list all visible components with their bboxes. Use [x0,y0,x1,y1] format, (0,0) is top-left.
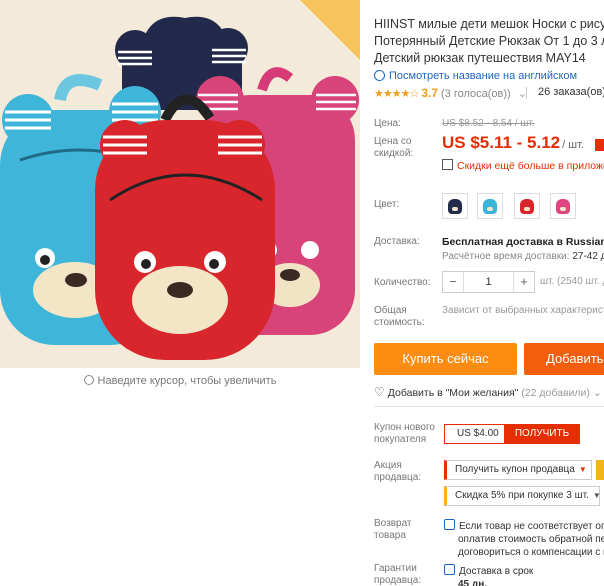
rating-score: 3.7 [421,86,438,100]
app-discount-text: Скидки ещё больше в приложении [457,160,604,172]
product-info: HIINST милые дети мешок Носки с рисунк П… [374,0,604,586]
stock-available: шт. (2540 шт. досту [540,276,604,287]
old-price: US $8.52 - 8.54 / шт. [442,118,535,129]
delivery-time-label: Расчётное время доставки: [442,251,570,262]
quantity-discount-dropdown[interactable]: Скидка 5% при покупке 3 шт. ▼ [444,486,601,506]
wishlist-count: (22 добавили) [521,387,590,399]
magnifier-icon [83,375,94,385]
quantity-input[interactable]: 1 [463,272,514,292]
color-swatch-pink[interactable] [550,193,576,219]
seller-promo-label: Акция продавца: [374,460,422,483]
add-to-wishlist[interactable]: ♡ Добавить в "Мои желания" (22 добавили) … [374,385,602,399]
quantity-label: Количество: [374,277,431,288]
discount-price-label: Цена со скидкой: [374,136,414,159]
discount-badge [595,139,604,151]
zoom-hint-text: Наведите курсор, чтобы увеличить [97,375,277,387]
price-label: Цена: [374,118,401,129]
app-discount-link[interactable]: Скидки ещё больше в приложении [442,158,604,172]
returns-policy: Если товар не соответствует опис оплатив… [444,518,604,559]
returns-line: оплатив стоимость обратной пер [458,534,604,545]
color-swatch-navy[interactable] [442,193,468,219]
wishlist-label: Добавить в "Мои желания" [387,387,519,399]
dropdown-arrow-icon: ▼ [592,491,601,500]
divider [374,406,604,407]
title-line: HIINST милые дети мешок Носки с рисунк [374,17,604,31]
current-price-value: US $5.11 - 5.12 [442,133,561,152]
product-gallery: Наведите курсор, чтобы увеличить [0,0,360,586]
delivery-time: Расчётное время доставки: 27-42 д [442,251,604,262]
backpacks-illustration [0,0,360,368]
delivery-time-value: 27-42 д [572,251,604,262]
guarantee-info: Доставка в срок 45 дн. [444,563,533,586]
color-swatch-red[interactable] [514,193,540,219]
backpack-thumbnail-icon [556,199,570,214]
view-english-title-link[interactable]: Посмотреть название на английском [374,68,577,82]
total-price-value: Зависит от выбранных характеристик [442,305,604,316]
backpack-thumbnail-icon [520,199,534,214]
color-swatch-sky-blue[interactable] [477,193,503,219]
total-price-label: Общая стоимость: [374,305,425,328]
divider [526,87,527,99]
rating-row: ★★★★☆ 3.7 (3 голоса(ов)) ⌄ 26 заказа(ов) [374,86,604,100]
dropdown-arrow-icon: ▼ [578,465,587,474]
chevron-down-icon[interactable]: ⌄ [593,387,602,399]
rating-stars: ★★★★☆ [374,88,419,100]
seller-coupon-dropdown[interactable]: Получить купон продавца ▼ [444,460,592,480]
returns-line: договориться о компенсации с п [458,547,604,558]
shipping-label: Доставка: [374,236,420,247]
rating-votes[interactable]: (3 голоса(ов)) [441,88,511,100]
orders-count: 26 заказа(ов) [538,86,604,98]
color-label: Цвет: [374,199,400,210]
guarantee-label: Гарантии продавца: [374,563,422,586]
quantity-increase-button[interactable]: + [514,272,534,292]
quantity-stepper: − 1 + [442,271,535,293]
returns-line-text: Если товар не соответствует опис [459,521,604,532]
globe-icon [374,70,385,81]
heart-icon: ♡ [374,385,385,399]
promo-marker [596,460,604,480]
red-backpack [95,94,275,360]
delivery-guarantee-icon [444,564,455,575]
buy-now-button[interactable]: Купить сейчас [374,343,517,375]
quantity-decrease-button[interactable]: − [443,272,463,292]
product-image[interactable] [0,0,360,368]
seller-coupon-text: Получить купон продавца [455,464,575,475]
view-english-title-text: Посмотреть название на английском [389,70,578,82]
shipping-method[interactable]: Бесплатная доставка в Russian Fe [442,236,604,248]
product-title: HIINST милые дети мешок Носки с рисунк П… [374,16,604,67]
guarantee-days: 45 дн. [458,579,488,586]
get-coupon-button[interactable]: ПОЛУЧИТЬ [504,424,580,444]
zoom-hint: Наведите курсор, чтобы увеличить [0,374,360,387]
title-line: Потерянный Детские Рюкзак От 1 до 3 лет [374,34,604,48]
shield-icon [444,519,455,530]
backpack-thumbnail-icon [483,199,497,214]
title-line: Детский рюкзак путешествия MAY14 [374,51,586,65]
add-to-cart-button[interactable]: Добавить в [524,343,604,375]
price-unit: / шт. [562,139,584,151]
new-user-coupon-label: Купон нового покупателя [374,422,435,445]
returns-label: Возврат товара [374,518,412,541]
qr-code-icon [442,159,453,170]
guarantee-line: Доставка в срок [444,563,533,578]
quantity-discount-text: Скидка 5% при покупке 3 шт. [455,490,589,501]
current-price: US $5.11 - 5.12/ шт. [442,133,584,153]
returns-line: Если товар не соответствует опис [444,518,604,533]
backpack-thumbnail-icon [448,199,462,214]
guarantee-line-text: Доставка в срок [459,566,534,577]
